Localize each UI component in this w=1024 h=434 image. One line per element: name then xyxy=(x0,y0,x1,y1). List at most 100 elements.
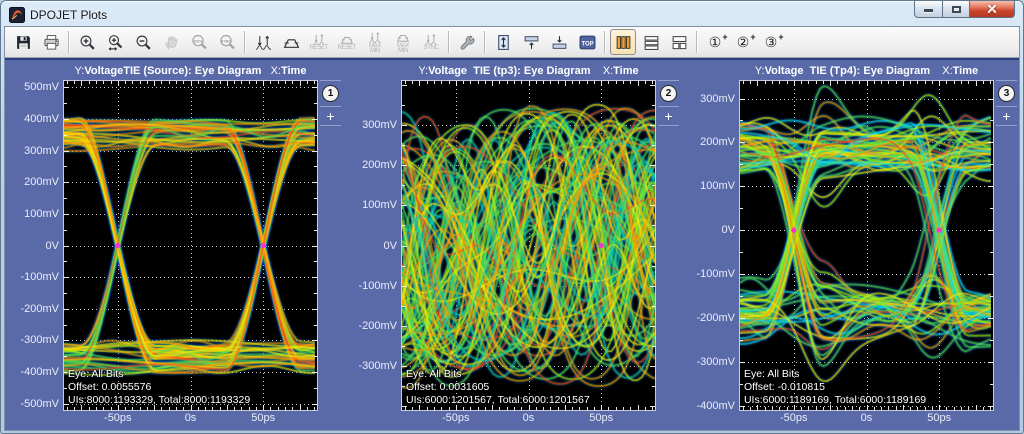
screen: DPOJET Plots 100% SYNC RESET RESET MAX MIN MA… xyxy=(0,0,1024,434)
plot-side-strip: 2 + xyxy=(656,80,681,411)
strip-divider xyxy=(658,80,679,81)
y-tick-label: -300mV xyxy=(696,356,735,368)
x-tick-label: 50ps xyxy=(927,412,951,424)
add-measurement-button[interactable]: + xyxy=(994,107,1019,125)
strip-divider xyxy=(996,125,1017,126)
save-button[interactable] xyxy=(10,29,36,55)
maximize-button[interactable] xyxy=(943,1,970,18)
plot-stats: Eye: All BitsOffset: 0.0031605UIs:6000:1… xyxy=(406,368,590,407)
plot-title-segment: Y: xyxy=(75,65,85,77)
layout-grid-button[interactable] xyxy=(666,29,692,55)
configure-button[interactable] xyxy=(454,29,480,55)
configure-icon xyxy=(459,34,476,51)
minimize-button[interactable] xyxy=(914,1,943,18)
strip-divider xyxy=(320,80,341,81)
vertical-cursors-button[interactable] xyxy=(250,29,276,55)
plot-stats-line: UIs:6000:1201567, Total:6000:1201567 xyxy=(406,394,590,407)
y-tick-label: -200mV xyxy=(358,320,397,332)
plot-frame: Eye: All BitsOffset: 0.0055576UIs:8000:1… xyxy=(63,80,318,411)
y-axis-labels: 300mV200mV100mV0V-100mV-200mV-300mV-400m… xyxy=(681,80,739,411)
add-measurement-button[interactable]: + xyxy=(656,107,681,125)
window-title: DPOJET Plots xyxy=(30,8,107,22)
new-plot-2-button[interactable]: ②+ xyxy=(730,29,756,55)
fit-vertical-icon xyxy=(495,34,512,51)
print-icon xyxy=(43,34,60,51)
horizontal-cursors-reset-button: RESET xyxy=(334,29,360,55)
print-button[interactable] xyxy=(38,29,64,55)
layout-rows-button[interactable] xyxy=(638,29,664,55)
horizontal-cursors-reset-caption: RESET xyxy=(338,46,357,51)
plot-title-segment: Time xyxy=(953,65,978,77)
new-plot-1-button[interactable]: ①+ xyxy=(702,29,728,55)
close-button[interactable] xyxy=(970,1,1015,18)
toolbar: 100% SYNC RESET RESET MAX MIN MAX MIN SYNC TOP ①… xyxy=(5,27,1019,58)
dpojet-plots-window: DPOJET Plots 100% SYNC RESET RESET MAX MIN MA… xyxy=(0,0,1024,434)
y-tick-label: 100mV xyxy=(362,199,397,211)
eye-diagram-canvas[interactable] xyxy=(63,80,318,411)
layout-grid-icon xyxy=(671,34,688,51)
eye-diagram-canvas[interactable] xyxy=(739,80,994,411)
y-tick-label: -400mV xyxy=(20,366,59,378)
toolbar-separator xyxy=(244,31,246,53)
plot-stats-line: Eye: All Bits xyxy=(406,368,590,381)
title-bar[interactable]: DPOJET Plots xyxy=(1,1,1023,26)
y-axis-labels: 500mV400mV300mV200mV100mV0V-100mV-200mV-… xyxy=(5,80,63,411)
zoom-horizontal-button[interactable] xyxy=(102,29,128,55)
zoom-in-button[interactable] xyxy=(74,29,100,55)
vertical-cursors-maxmin-caption: MAX MIN xyxy=(369,44,381,54)
vertical-cursors-reset-button: RESET xyxy=(306,29,332,55)
plot-title-segment: Time xyxy=(613,65,638,77)
x-tick-label: 50ps xyxy=(589,412,613,424)
add-measurement-button[interactable]: + xyxy=(318,107,343,125)
strip-divider xyxy=(996,80,1017,81)
svg-text:SYNC: SYNC xyxy=(220,39,230,43)
plot-title-segment: Voltage TIE (Tp4): Eye Diagram xyxy=(765,65,930,77)
plot-number-badge: 2 xyxy=(660,85,677,102)
new-plot-3-button[interactable]: ③+ xyxy=(758,29,784,55)
fit-vertical-button[interactable] xyxy=(490,29,516,55)
horizontal-cursors-button[interactable] xyxy=(278,29,304,55)
toolbar-separator xyxy=(484,31,486,53)
plot-stats-line: Eye: All Bits xyxy=(68,368,250,381)
plot-title-segment: Voltage TIE (tp3): Eye Diagram xyxy=(428,65,590,77)
plot-side-strip: 1 + xyxy=(318,80,343,411)
svg-text:100%: 100% xyxy=(193,39,203,43)
vertical-cursors-maxmin-button: MAX MIN xyxy=(362,29,388,55)
plot-title-segment: X: xyxy=(930,65,953,77)
zoom-horizontal-icon xyxy=(107,34,124,51)
align-top-button[interactable] xyxy=(518,29,544,55)
pan-button xyxy=(158,29,184,55)
cursors-sync-caption: SYNC xyxy=(423,46,438,51)
layout-columns-button[interactable] xyxy=(610,29,636,55)
always-on-top-button[interactable]: TOP xyxy=(574,29,600,55)
x-axis-labels: -50ps0s50ps xyxy=(739,411,994,427)
svg-text:TOP: TOP xyxy=(581,41,593,47)
layout-rows-icon xyxy=(643,34,660,51)
window-body: 100% SYNC RESET RESET MAX MIN MAX MIN SYNC TOP ①… xyxy=(4,26,1020,431)
zoom-out-button[interactable] xyxy=(130,29,156,55)
y-tick-label: 0V xyxy=(46,240,59,252)
plot-title-segment: X: xyxy=(261,65,281,77)
eye-diagram-canvas[interactable] xyxy=(401,80,656,411)
window-controls xyxy=(914,1,1015,18)
y-tick-label: 400mV xyxy=(24,113,59,125)
plot-title-segment: VoltageTIE (Source): Eye Diagram xyxy=(84,65,261,77)
align-bottom-button[interactable] xyxy=(546,29,572,55)
horizontal-cursors-maxmin-button: MAX MIN xyxy=(390,29,416,55)
y-tick-label: 500mV xyxy=(24,81,59,93)
pan-icon xyxy=(163,34,180,51)
plot-stats-line: Offset: 0.0055576 xyxy=(68,381,250,394)
y-tick-label: 100mV xyxy=(700,180,735,192)
plot-side-strip: 3 + xyxy=(994,80,1019,411)
y-tick-label: 200mV xyxy=(24,176,59,188)
y-tick-label: -200mV xyxy=(20,303,59,315)
y-tick-label: 100mV xyxy=(24,208,59,220)
toolbar-separator xyxy=(696,31,698,53)
layout-columns-icon xyxy=(615,34,632,51)
zoom-in-icon xyxy=(79,34,96,51)
plot-area: Y:VoltageTIE (Source): Eye Diagram X:Tim… xyxy=(5,58,1019,430)
plot-stats-line: UIs:8000:1193329, Total:8000:1193329 xyxy=(68,394,250,407)
new-plot-2-icon: ② xyxy=(737,35,750,49)
plot-title: Y:Voltage TIE (Tp4): Eye Diagram X:Time xyxy=(739,64,994,80)
y-tick-label: 300mV xyxy=(362,119,397,131)
